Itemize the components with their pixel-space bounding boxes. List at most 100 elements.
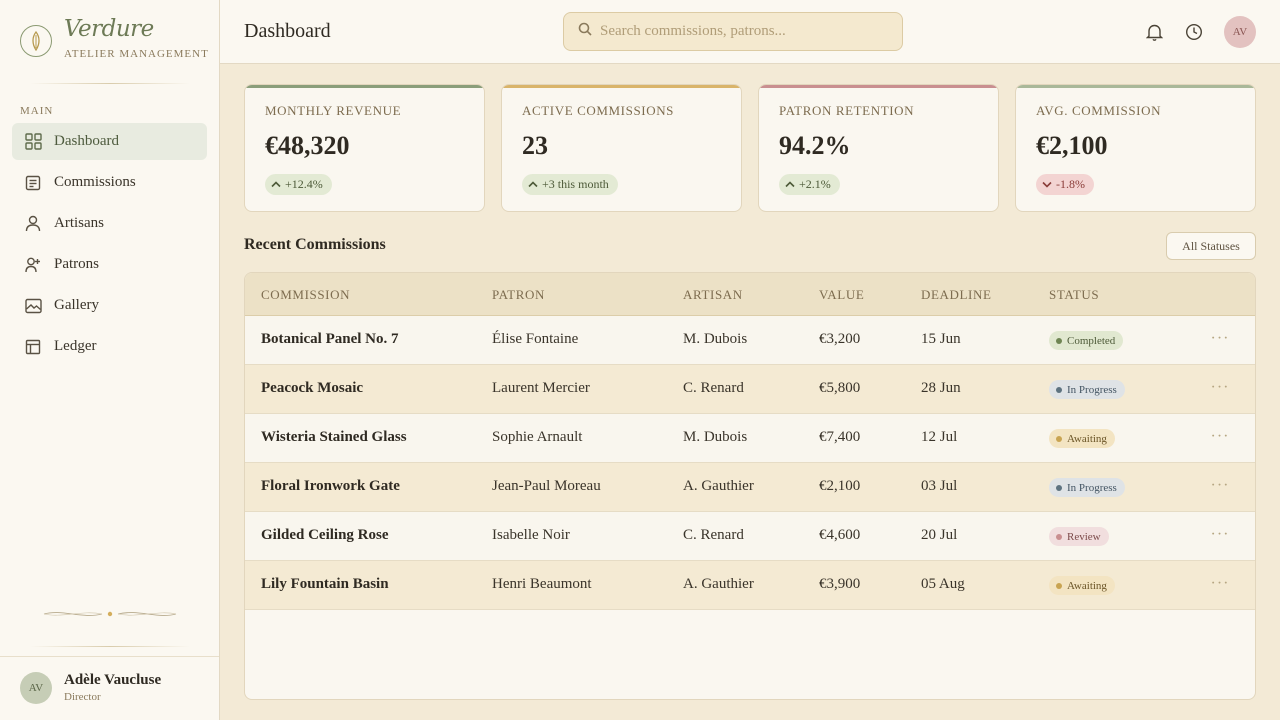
bell-icon[interactable] [1144,22,1164,42]
column-header-status[interactable]: STATUS [1049,287,1099,303]
artisan-name: C. Renard [683,527,744,543]
more-actions-icon[interactable]: ··· [1209,524,1231,546]
stat-label: ACTIVE COMMISSIONS [522,103,675,118]
sidebar-item-ledger[interactable]: Ledger [12,328,207,365]
stat-value: €2,100 [1036,131,1108,160]
sidebar-item-label: Dashboard [54,133,119,149]
commission-value: €2,100 [819,478,861,494]
stat-card-avg-commission[interactable]: AVG. COMMISSION €2,100 -1.8% [1015,84,1256,212]
sidebar-item-label: Commissions [54,174,136,190]
chevron-up-icon [785,181,795,188]
status-badge: Completed [1049,331,1124,350]
deadline: 05 Aug [921,576,965,592]
commission-name: Wisteria Stained Glass [261,429,407,445]
patron-name: Henri Beaumont [492,576,592,592]
status-badge: In Progress [1049,380,1125,399]
nav-section-label: MAIN [20,105,54,117]
search-input[interactable] [600,23,890,40]
status-dot-icon [1056,386,1062,393]
clock-icon[interactable] [1184,22,1204,42]
artisan-name: A. Gauthier [683,576,754,592]
user-profile[interactable]: AV Adèle Vaucluse Director [0,656,219,720]
column-header-commission[interactable]: COMMISSION [261,287,350,303]
sidebar-item-patrons[interactable]: Patrons [12,246,207,283]
status-label: In Progress [1067,383,1117,396]
commission-name: Peacock Mosaic [261,380,364,396]
users-icon [24,256,42,274]
status-dot-icon [1056,533,1062,540]
stat-delta: +12.4% [265,174,332,195]
commissions-table: COMMISSION PATRON ARTISAN VALUE DEADLINE… [244,272,1256,700]
brand-subtitle: ATELIER MANAGEMENT [64,48,209,60]
more-actions-icon[interactable]: ··· [1209,475,1231,497]
search-bar[interactable] [563,12,903,51]
patron-name: Laurent Mercier [492,380,590,396]
stat-card-active-commissions[interactable]: ACTIVE COMMISSIONS 23 +3 this month [501,84,742,212]
column-header-patron[interactable]: PATRON [492,287,545,303]
divider [30,646,190,647]
commission-value: €5,800 [819,380,861,396]
brand-name: Verdure [64,16,154,42]
column-header-artisan[interactable]: ARTISAN [683,287,743,303]
sidebar-item-label: Gallery [54,297,99,313]
stat-delta-text: +3 this month [542,177,609,191]
column-header-deadline[interactable]: DEADLINE [921,287,992,303]
status-dot-icon [1056,484,1062,491]
status-filter-button[interactable]: All Statuses [1166,232,1256,260]
column-header-value[interactable]: VALUE [819,287,864,303]
commission-value: €7,400 [819,429,861,445]
stat-card-patron-retention[interactable]: PATRON RETENTION 94.2% +2.1% [758,84,999,212]
table-header: COMMISSION PATRON ARTISAN VALUE DEADLINE… [245,273,1255,316]
card-accent [1016,85,1255,88]
leaf-logo-icon [20,25,52,57]
chevron-up-icon [271,181,281,188]
avatar[interactable]: AV [1224,16,1256,48]
stat-label: MONTHLY REVENUE [265,103,402,118]
brand[interactable]: Verdure ATELIER MANAGEMENT [20,16,210,66]
grid-icon [24,133,42,151]
page-title: Dashboard [244,20,331,42]
table-row[interactable]: Peacock Mosaic Laurent Mercier C. Renard €5… [245,365,1255,414]
sidebar-item-commissions[interactable]: Commissions [12,164,207,201]
status-badge: Awaiting [1049,429,1115,448]
stat-delta-text: -1.8% [1056,177,1085,191]
status-dot-icon [1056,337,1062,344]
avatar: AV [20,672,52,704]
more-actions-icon[interactable]: ··· [1209,573,1231,595]
patron-name: Sophie Arnault [492,429,583,445]
more-actions-icon[interactable]: ··· [1209,426,1231,448]
table-row[interactable]: Lily Fountain Basin Henri Beaumont A. Gaut… [245,561,1255,610]
status-label: In Progress [1067,481,1117,494]
commission-name: Floral Ironwork Gate [261,478,400,494]
stat-delta: -1.8% [1036,174,1094,195]
stat-card-revenue[interactable]: MONTHLY REVENUE €48,320 +12.4% [244,84,485,212]
status-label: Awaiting [1067,579,1107,592]
table-row[interactable]: Gilded Ceiling Rose Isabelle Noir C. Renar… [245,512,1255,561]
table-row[interactable]: Botanical Panel No. 7 Élise Fontaine M. Du… [245,316,1255,365]
image-icon [24,297,42,315]
deadline: 28 Jun [921,380,961,396]
deadline: 03 Jul [921,478,958,494]
table-row[interactable]: Wisteria Stained Glass Sophie Arnault M. D… [245,414,1255,463]
more-actions-icon[interactable]: ··· [1209,328,1231,350]
sidebar-item-dashboard[interactable]: Dashboard [12,123,207,160]
commission-value: €3,200 [819,331,861,347]
divider [30,83,190,84]
card-accent [502,85,741,88]
stat-delta-text: +2.1% [799,177,831,191]
artisan-name: C. Renard [683,380,744,396]
stat-label: PATRON RETENTION [779,103,915,118]
more-actions-icon[interactable]: ··· [1209,377,1231,399]
stat-delta-text: +12.4% [285,177,323,191]
status-dot-icon [1056,435,1062,442]
sidebar-item-artisans[interactable]: Artisans [12,205,207,242]
card-accent [759,85,998,88]
artisan-name: A. Gauthier [683,478,754,494]
commission-value: €3,900 [819,576,861,592]
status-badge: Review [1049,527,1109,546]
table-row[interactable]: Floral Ironwork Gate Jean-Paul Moreau A. G… [245,463,1255,512]
sidebar-item-gallery[interactable]: Gallery [12,287,207,324]
status-label: Awaiting [1067,432,1107,445]
status-badge: Awaiting [1049,576,1115,595]
ledger-icon [24,338,42,356]
